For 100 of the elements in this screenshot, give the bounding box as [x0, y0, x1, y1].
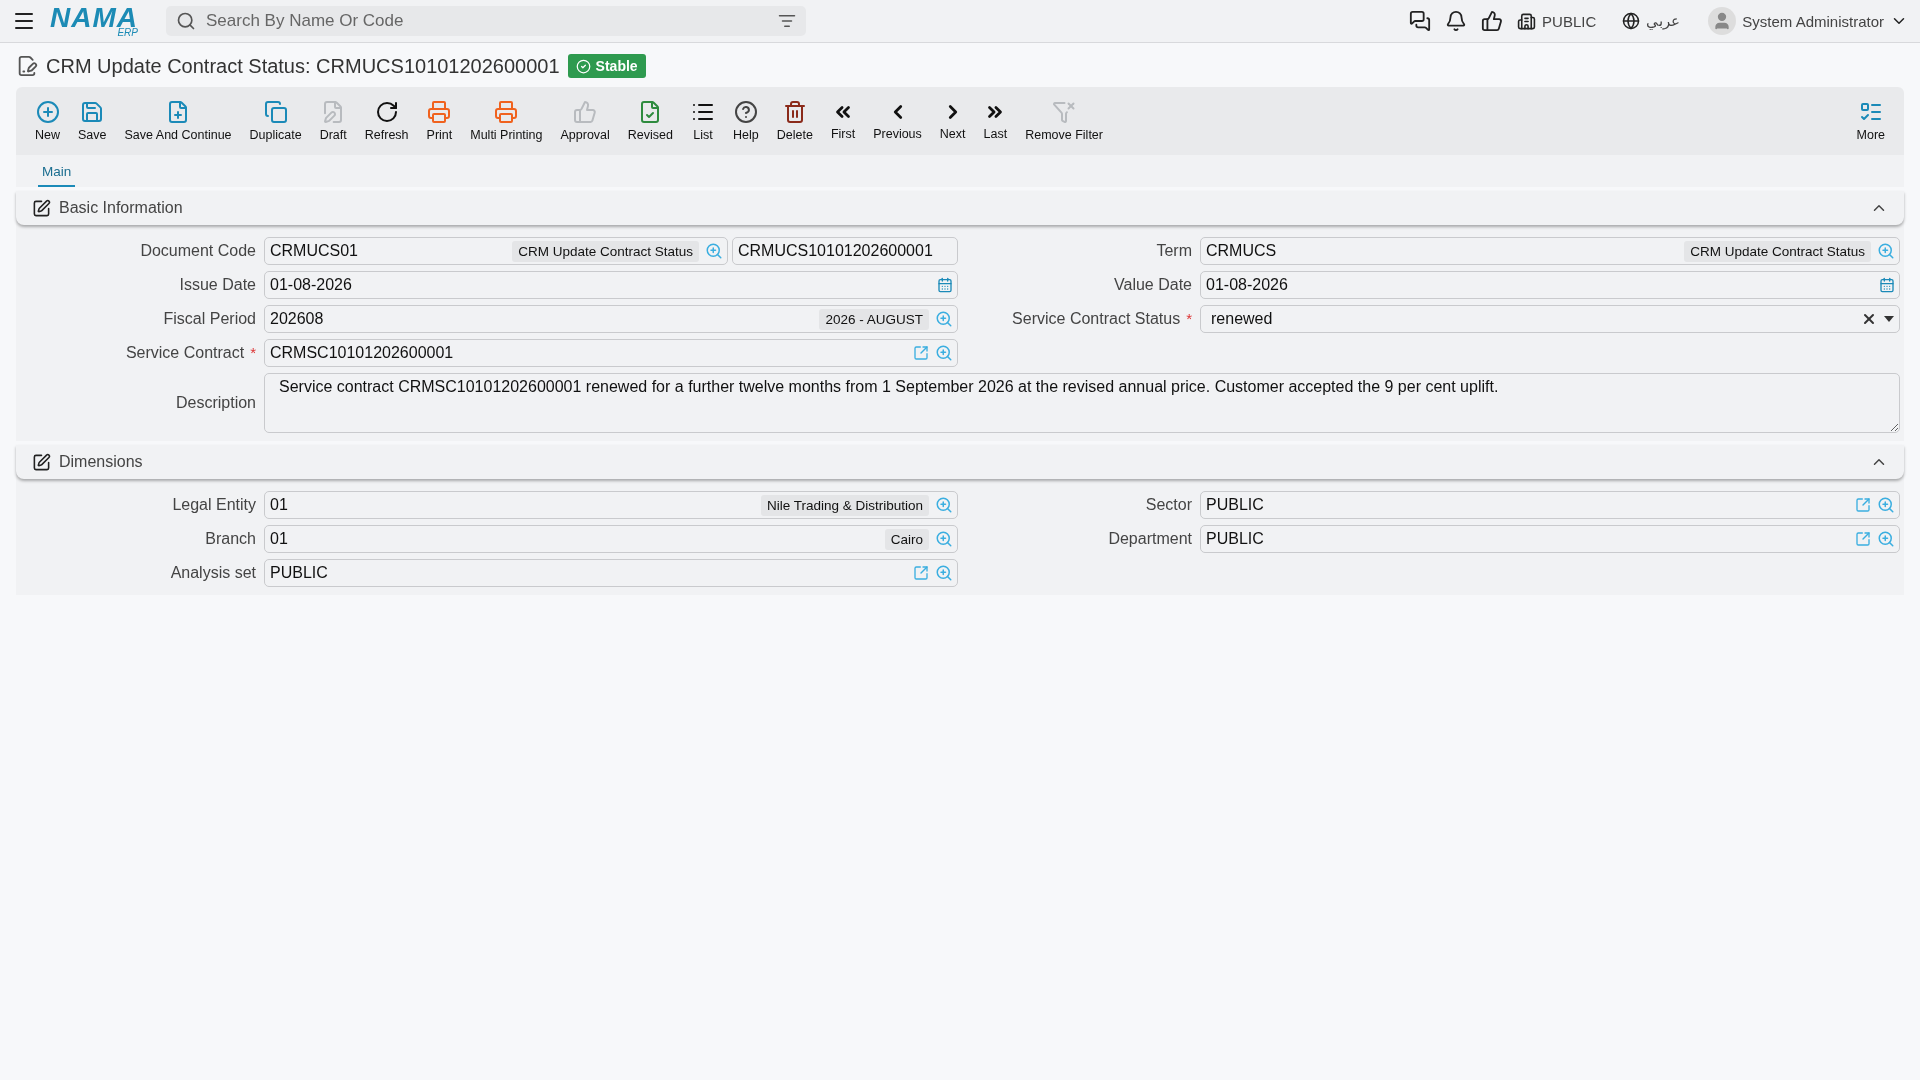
date-field[interactable]: 01-08-2026 [264, 271, 958, 299]
field-value[interactable]: 202608 [270, 310, 814, 328]
field-value[interactable]: renewed [1211, 310, 1855, 328]
date-field[interactable]: 01-08-2026 [1200, 271, 1900, 299]
field-value[interactable]: PUBLIC [1206, 530, 1849, 548]
caret-icon [1883, 315, 1895, 323]
select-field[interactable]: renewed [1200, 305, 1900, 333]
search-icon [935, 496, 953, 514]
field-label: Issue Date [179, 276, 256, 294]
field-value[interactable]: CRMUCS [1206, 242, 1679, 260]
print-button[interactable]: Print [417, 100, 462, 142]
search-icon [176, 11, 196, 31]
globe-icon [1622, 12, 1641, 30]
lookup-field[interactable]: PUBLIC [264, 559, 958, 587]
revised-button[interactable]: Revised [618, 100, 682, 142]
approval-button[interactable]: Approval [551, 100, 619, 142]
user-menu[interactable]: System Administrator [1708, 7, 1908, 35]
previous-button[interactable]: Previous [864, 101, 931, 141]
delete-button[interactable]: Delete [767, 100, 822, 142]
lookup-field[interactable]: CRMUCS01 CRM Update Contract Status [264, 237, 728, 265]
notifications-button[interactable] [1445, 10, 1468, 32]
lookup-field[interactable]: 202608 2026 - AUGUST [264, 305, 958, 333]
field-value[interactable]: CRMSC10101202600001 [270, 344, 907, 362]
last-button[interactable]: Last [974, 101, 1017, 141]
search-bar[interactable]: Search By Name Or Code [166, 6, 806, 36]
external-link-icon [913, 565, 929, 581]
field-label: Value Date [1114, 276, 1192, 294]
more-button[interactable]: More [1847, 100, 1894, 142]
lookup-search-button[interactable] [1877, 530, 1895, 548]
remove-filter-button[interactable]: Remove Filter [1016, 100, 1112, 142]
list-button[interactable]: List [682, 100, 724, 142]
field-value[interactable]: 01-08-2026 [270, 276, 931, 294]
lookup-search-button[interactable] [1877, 242, 1895, 260]
search-field[interactable]: Search By Name Or Code [204, 10, 770, 32]
new-button[interactable]: New [26, 100, 69, 142]
clear-icon [1861, 311, 1877, 327]
draft-button[interactable]: Draft [310, 100, 356, 142]
lookup-search-button[interactable] [935, 564, 953, 582]
save-button[interactable]: Save [69, 100, 116, 142]
field-value[interactable]: CRMUCS10101202600001 [738, 242, 953, 260]
field-label: Service Contract [125, 344, 245, 362]
calendar-icon [937, 277, 953, 293]
check-circle-icon [575, 58, 591, 74]
section-title: Basic Information [59, 199, 184, 217]
tab[interactable]: Main [38, 164, 76, 187]
external-link-icon [1855, 497, 1871, 513]
field-label: Analysis set [170, 564, 256, 582]
field-value[interactable]: 01 [270, 496, 755, 514]
like-button[interactable] [1481, 10, 1504, 32]
chat-button[interactable] [1409, 10, 1432, 32]
thumbs-up-icon [1481, 10, 1504, 32]
description-field[interactable]: Service contract CRMSC10101202600001 renewed for a further twelve months from 1 September 2026 at the revised annual price. Customer accepted the 9 per cent uplift. [264, 373, 1900, 433]
lookup-search-button[interactable] [935, 530, 953, 548]
refresh-button[interactable]: Refresh [355, 100, 418, 142]
lookup-field[interactable]: CRMUCS CRM Update Contract Status [1200, 237, 1900, 265]
dropdown-button[interactable] [1883, 315, 1895, 323]
field-value[interactable]: 01-08-2026 [1206, 276, 1873, 294]
lookup-search-button[interactable] [705, 242, 723, 260]
first-button[interactable]: First [821, 101, 865, 141]
field-label: Term [1156, 242, 1192, 260]
calendar-button[interactable] [1879, 277, 1895, 293]
field-label: Branch [205, 530, 256, 548]
lookup-search-button[interactable] [935, 310, 953, 328]
open-link-button[interactable] [913, 565, 929, 581]
lookup-field[interactable]: CRMSC10101202600001 [264, 339, 958, 367]
company-selector[interactable]: PUBLIC [1517, 11, 1597, 31]
external-link-icon [1855, 531, 1871, 547]
multi-printing-button[interactable]: Multi Printing [461, 100, 552, 142]
lookup-search-button[interactable] [935, 344, 953, 362]
save-and-continue-button[interactable]: Save And Continue [115, 100, 241, 142]
external-link-icon [913, 345, 929, 361]
lookup-search-button[interactable] [935, 496, 953, 514]
field-value[interactable]: 01 [270, 530, 879, 548]
next-button[interactable]: Next [930, 101, 975, 141]
field-value[interactable]: CRMUCS01 [270, 242, 507, 260]
clear-button[interactable] [1861, 311, 1877, 327]
building-icon [1517, 11, 1537, 31]
edit-icon [32, 452, 51, 472]
lookup-description: Cairo [884, 528, 929, 550]
code-field[interactable]: CRMUCS10101202600001 [732, 237, 958, 265]
lookup-search-button[interactable] [1877, 496, 1895, 514]
language-selector[interactable]: عربي [1622, 12, 1681, 30]
edit-icon [32, 198, 51, 218]
page-title: CRM Update Contract Status: CRMUCS10101202600001 [46, 54, 560, 78]
lookup-field[interactable]: PUBLIC [1200, 525, 1900, 553]
open-link-button[interactable] [1855, 531, 1871, 547]
lookup-field[interactable]: PUBLIC [1200, 491, 1900, 519]
search-icon [1877, 496, 1895, 514]
field-value[interactable]: PUBLIC [270, 564, 907, 582]
lookup-field[interactable]: 01 Nile Trading & Distribution [264, 491, 958, 519]
lookup-field[interactable]: 01 Cairo [264, 525, 958, 553]
duplicate-button[interactable]: Duplicate [240, 100, 311, 142]
calendar-button[interactable] [937, 277, 953, 293]
open-link-button[interactable] [913, 345, 929, 361]
field-label: Description [175, 394, 256, 412]
help-button[interactable]: Help [724, 100, 768, 142]
required-mark: * [250, 344, 256, 362]
open-link-button[interactable] [1855, 497, 1871, 513]
section-title: Dimensions [59, 453, 144, 471]
field-value[interactable]: PUBLIC [1206, 496, 1849, 514]
